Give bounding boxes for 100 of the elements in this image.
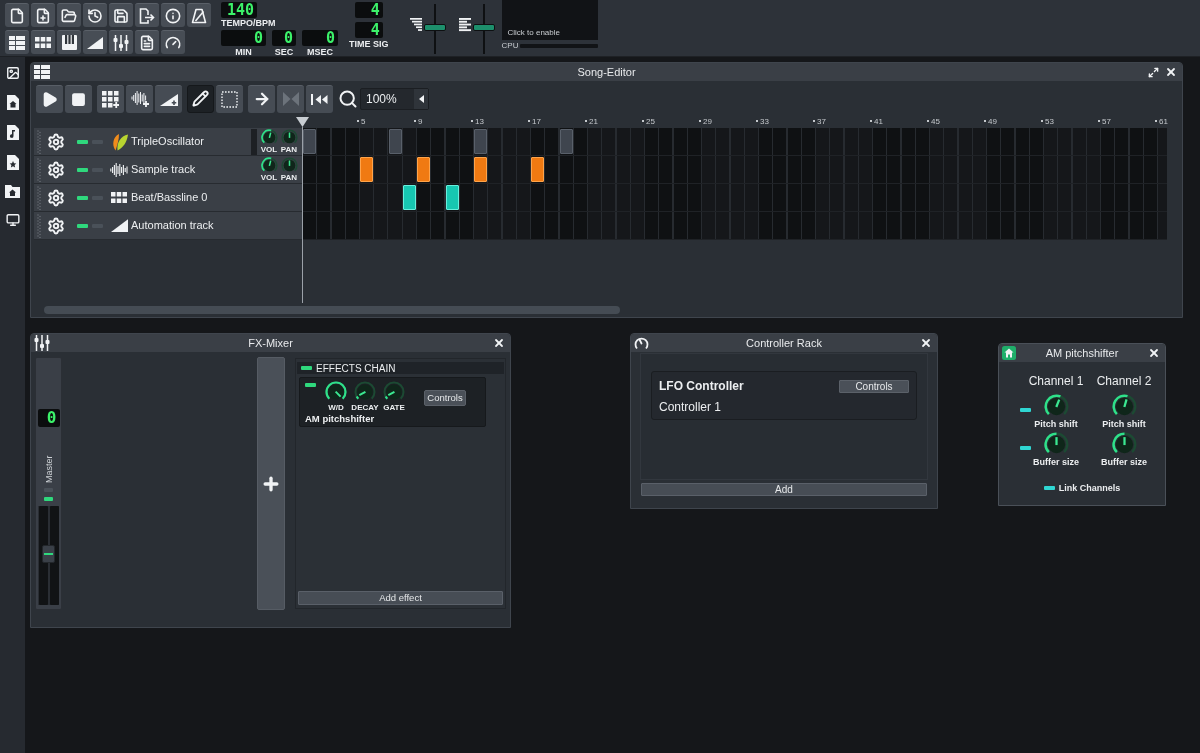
add-controller-button[interactable]: Add: [641, 483, 927, 496]
grid-icon: [35, 37, 51, 48]
export-button[interactable]: [135, 3, 159, 27]
bar-number: 17: [528, 117, 541, 126]
bar-number: 33: [756, 117, 769, 126]
zoom-combobox[interactable]: 100%: [360, 87, 429, 110]
metronome-icon: [191, 7, 207, 24]
led-toggle[interactable]: [77, 195, 88, 200]
play-button[interactable]: [36, 84, 63, 113]
led-toggle[interactable]: [305, 383, 316, 387]
led-toggle[interactable]: [301, 366, 312, 370]
window-title: FX-Mixer: [248, 336, 293, 350]
song-editor-button[interactable]: [5, 30, 29, 54]
file-icon: [9, 7, 25, 24]
house-icon: [1002, 346, 1016, 360]
gear-icon[interactable]: [47, 216, 65, 235]
stop-button[interactable]: [65, 84, 92, 113]
maximize-icon[interactable]: [1148, 66, 1159, 78]
clip[interactable]: [417, 157, 430, 182]
rows-icon: [9, 35, 25, 50]
recent-button[interactable]: [83, 3, 107, 27]
clip[interactable]: [559, 129, 573, 154]
close-icon[interactable]: [920, 337, 932, 349]
notes-button[interactable]: [135, 30, 159, 54]
knob-label: GATE: [383, 403, 405, 412]
fader-track[interactable]: [38, 506, 59, 605]
stop-behaviour-button[interactable]: [306, 84, 333, 113]
gear-icon[interactable]: [47, 188, 65, 207]
new-file-button[interactable]: [5, 3, 29, 27]
fader-handle[interactable]: [42, 544, 55, 563]
image-icon[interactable]: [5, 66, 20, 80]
clip[interactable]: [474, 157, 487, 182]
add-beat-track-button[interactable]: [97, 84, 124, 113]
led-toggle[interactable]: [77, 167, 88, 172]
knob-label: PAN: [280, 174, 298, 182]
led-toggle[interactable]: [44, 497, 53, 501]
cpu-label: CPU: [501, 41, 519, 50]
close-icon[interactable]: [1165, 66, 1177, 78]
template-button[interactable]: [31, 3, 55, 27]
close-icon[interactable]: [493, 337, 505, 349]
beat-editor-button[interactable]: [31, 30, 55, 54]
clip[interactable]: [388, 129, 402, 154]
slider-handle[interactable]: [423, 23, 446, 31]
save-button[interactable]: [109, 3, 133, 27]
led-toggle[interactable]: [1043, 486, 1055, 490]
file-plus-icon: [35, 7, 51, 24]
open-button[interactable]: [57, 3, 81, 27]
track-name: Automation track: [131, 219, 214, 232]
track-name: TripleOscillator: [131, 135, 204, 148]
grid-plus-icon: [102, 90, 119, 108]
dotted-square-icon: [221, 90, 238, 108]
cpu-graph[interactable]: Click to enable: [501, 0, 598, 40]
home-document-icon[interactable]: [6, 95, 19, 110]
lcd-display: 0: [221, 30, 266, 46]
scrollbar-thumb[interactable]: [44, 306, 620, 314]
led-toggle[interactable]: [1019, 408, 1031, 412]
select-mode-button[interactable]: [216, 84, 243, 113]
piano-roll-button[interactable]: [57, 30, 81, 54]
clip[interactable]: [474, 129, 487, 154]
knob[interactable]: [260, 157, 278, 174]
folder-home-icon[interactable]: [5, 185, 20, 198]
search-icon: [338, 88, 358, 109]
add-effect-button[interactable]: Add effect: [298, 591, 503, 605]
star-document-icon[interactable]: [6, 155, 19, 170]
music-document-icon[interactable]: [6, 125, 19, 140]
mixer-channel[interactable]: 0 Master: [35, 357, 62, 610]
controls-button[interactable]: Controls: [424, 390, 466, 406]
stop-icon: [71, 91, 86, 107]
bar-number: 9: [414, 117, 423, 126]
bars-icon: [458, 18, 471, 32]
gear-icon[interactable]: [47, 132, 65, 151]
stop-behaviour-button[interactable]: [248, 84, 275, 113]
monitor-icon[interactable]: [5, 213, 20, 227]
add-automation-track-button[interactable]: [155, 84, 182, 113]
controller-rack-button[interactable]: [161, 30, 185, 54]
add-sample-track-button[interactable]: [126, 84, 153, 113]
skip-back-icon: [311, 93, 328, 105]
knob[interactable]: [260, 129, 278, 146]
waveform-plus-icon: [130, 91, 149, 107]
file-arrow-icon: [139, 7, 155, 24]
draw-mode-button[interactable]: [187, 84, 214, 113]
close-icon[interactable]: [1148, 347, 1160, 359]
led-toggle[interactable]: [1019, 446, 1031, 450]
clip[interactable]: [531, 157, 544, 182]
slider-handle[interactable]: [472, 23, 495, 31]
info-button[interactable]: [161, 3, 185, 27]
sliders-icon: [34, 335, 50, 351]
gear-icon[interactable]: [47, 160, 65, 179]
bar-number: 61: [1155, 117, 1168, 126]
automation-editor-button[interactable]: [83, 30, 107, 54]
playhead-marker[interactable]: [296, 117, 309, 127]
metronome-button[interactable]: [187, 3, 211, 27]
led-toggle[interactable]: [77, 223, 88, 228]
mixer-button[interactable]: [109, 30, 133, 54]
clip[interactable]: [360, 157, 373, 182]
window-title: Song-Editor: [577, 65, 636, 79]
clip[interactable]: [303, 129, 316, 154]
channel-heading: Channel 1: [1028, 375, 1084, 388]
led-toggle[interactable]: [77, 139, 88, 144]
controls-button[interactable]: Controls: [839, 379, 909, 393]
